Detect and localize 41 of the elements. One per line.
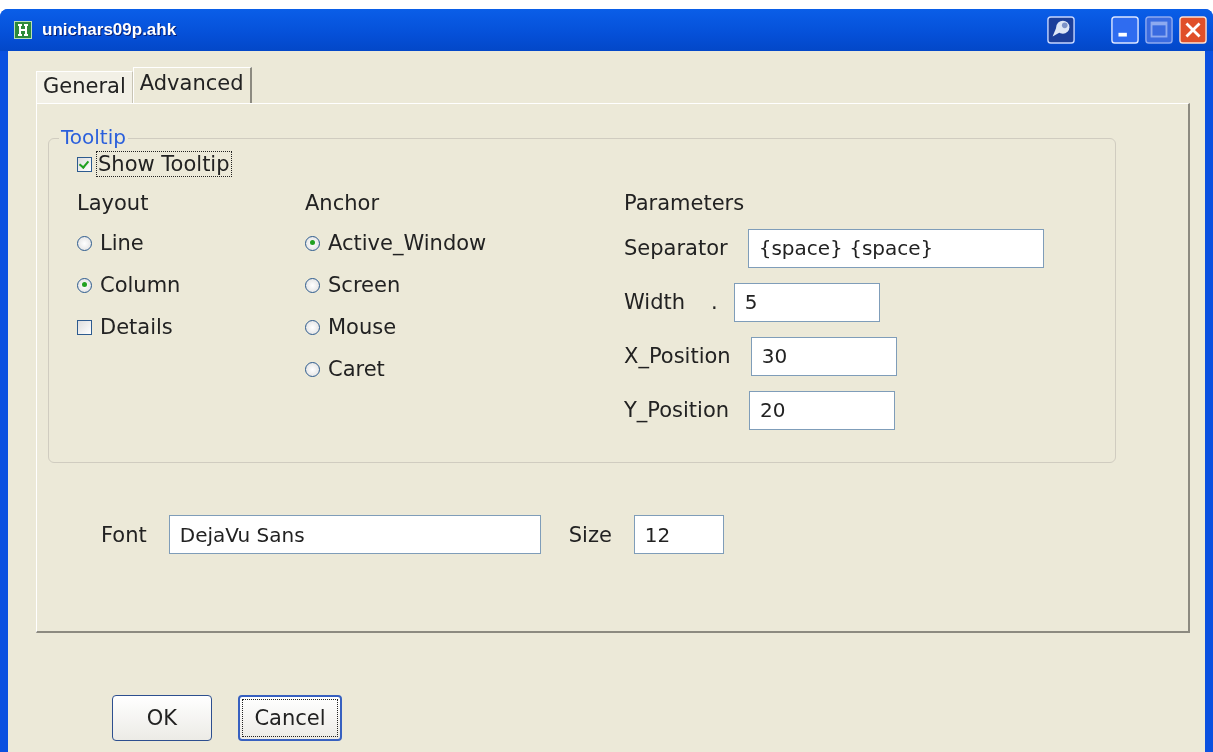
field-label: X_Position bbox=[624, 344, 731, 368]
option-label[interactable]: Column bbox=[98, 272, 183, 298]
pin-icon[interactable] bbox=[1047, 16, 1075, 44]
tab[interactable]: Advanced bbox=[132, 67, 252, 103]
close-button[interactable] bbox=[1179, 16, 1207, 44]
size-field[interactable]: 12 bbox=[633, 515, 724, 554]
option-label[interactable]: Active_Window bbox=[326, 230, 489, 256]
dialog-button[interactable]: OK bbox=[112, 695, 212, 741]
input-field[interactable]: {space} {space} bbox=[747, 228, 1044, 268]
radio-button[interactable] bbox=[77, 277, 92, 293]
option-label[interactable]: Details bbox=[98, 314, 175, 340]
minimize-button[interactable] bbox=[1111, 16, 1139, 44]
input-field[interactable]: 20 bbox=[749, 390, 896, 430]
field-label: Font bbox=[101, 522, 147, 547]
dialog-button[interactable]: Cancel bbox=[238, 695, 342, 741]
column-heading: Layout bbox=[77, 191, 150, 215]
field-label: Width bbox=[624, 290, 685, 314]
radio-button[interactable] bbox=[305, 277, 320, 293]
column-heading: Parameters bbox=[624, 191, 746, 215]
radio-button[interactable] bbox=[305, 235, 320, 251]
window-title: unichars09p.ahk bbox=[42, 20, 177, 40]
app-icon bbox=[14, 21, 32, 39]
option-label[interactable]: Line bbox=[98, 230, 146, 256]
checkbox[interactable] bbox=[77, 156, 92, 172]
dot-mark: . bbox=[711, 290, 718, 314]
option-label[interactable]: Screen bbox=[326, 272, 403, 298]
option-label[interactable]: Caret bbox=[326, 356, 387, 382]
column-heading: Anchor bbox=[305, 191, 380, 215]
checkbox-label[interactable]: Show Tooltip bbox=[96, 151, 232, 177]
tab[interactable]: General bbox=[36, 71, 133, 103]
input-field[interactable]: 5 bbox=[733, 282, 880, 322]
field-label: Separator bbox=[624, 236, 728, 260]
checkbox[interactable] bbox=[77, 319, 92, 335]
field-label: Y_Position bbox=[624, 398, 730, 422]
option-label[interactable]: Mouse bbox=[326, 314, 399, 340]
radio-button[interactable] bbox=[305, 319, 320, 335]
input-field[interactable]: 30 bbox=[750, 336, 897, 376]
field-label: Size bbox=[568, 522, 612, 547]
radio-button[interactable] bbox=[305, 361, 320, 377]
radio-button[interactable] bbox=[77, 235, 92, 251]
font-field[interactable]: DejaVu Sans bbox=[168, 515, 541, 554]
